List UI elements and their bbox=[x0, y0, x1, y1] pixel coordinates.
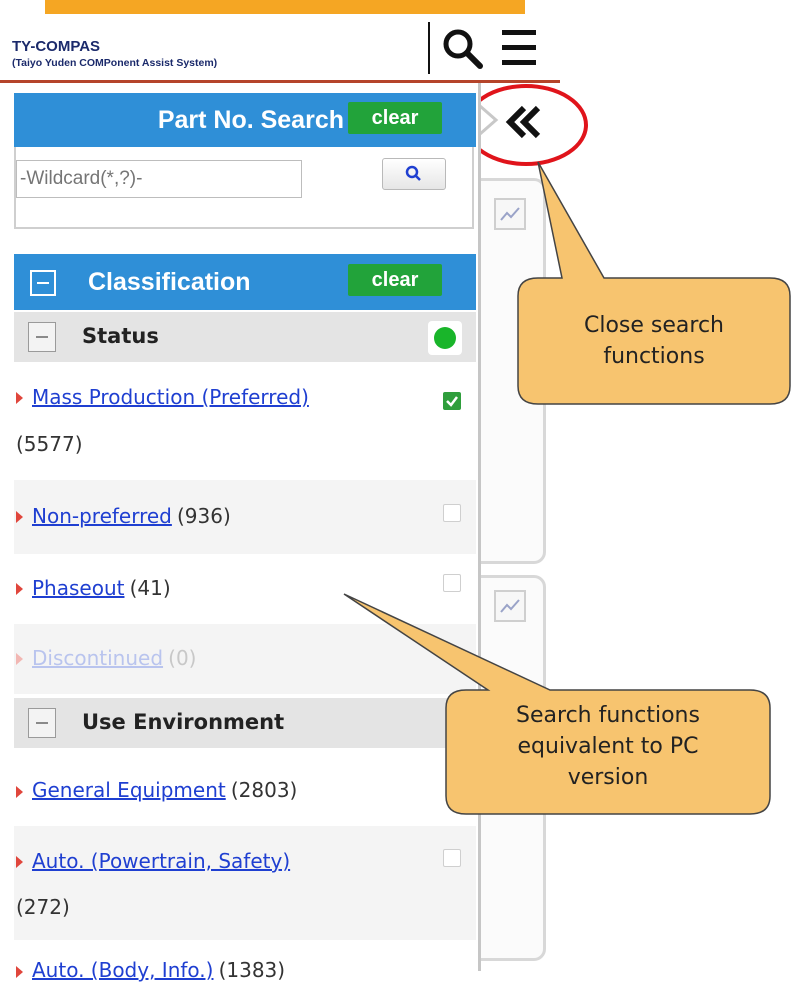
part-search-button[interactable] bbox=[382, 158, 446, 190]
status-link-non-preferred[interactable]: Non-preferred bbox=[32, 504, 172, 528]
classification-clear-button[interactable]: clear bbox=[348, 264, 442, 296]
env-link-general-equipment[interactable]: General Equipment bbox=[32, 778, 226, 802]
list-item bbox=[14, 826, 476, 940]
part-number-input[interactable] bbox=[16, 160, 302, 198]
status-count: (5577) bbox=[16, 432, 83, 456]
part-search-title: Part No. Search bbox=[157, 106, 344, 134]
callout-equivalent-pc-text: Search functions equivalent to PC versio… bbox=[516, 703, 700, 790]
status-link-discontinued: Discontinued bbox=[32, 646, 164, 670]
arrow-bullet-icon bbox=[16, 856, 23, 868]
env-row-text: Auto. (Body, Info.) (1383) bbox=[32, 958, 285, 982]
env-count: (272) bbox=[16, 895, 70, 919]
status-row-text: Discontinued (0) bbox=[32, 646, 196, 670]
menu-icon[interactable] bbox=[502, 28, 536, 68]
arrow-bullet-icon bbox=[16, 966, 23, 978]
arrow-bullet-icon bbox=[16, 511, 23, 523]
status-collapse-button[interactable] bbox=[28, 322, 56, 352]
env-row-text: General Equipment (2803) bbox=[32, 778, 297, 802]
classification-title: Classification bbox=[88, 268, 251, 296]
app-subtitle: (Taiyo Yuden COMPonent Assist System) bbox=[12, 57, 218, 69]
checkbox-icon[interactable] bbox=[443, 392, 461, 410]
arrow-bullet-icon bbox=[16, 653, 23, 665]
checkbox-icon[interactable] bbox=[443, 849, 461, 867]
status-row-text: Phaseout (41) bbox=[32, 576, 171, 600]
app-title: TY-COMPAS bbox=[12, 38, 101, 55]
callout-close-search bbox=[500, 160, 794, 420]
status-dot-icon bbox=[428, 321, 462, 355]
part-search-clear-button[interactable]: clear bbox=[348, 102, 442, 134]
status-section-title: Status bbox=[82, 324, 159, 348]
arrow-bullet-icon bbox=[16, 786, 23, 798]
top-accent-strip bbox=[45, 0, 525, 14]
classification-collapse-button[interactable] bbox=[30, 270, 56, 296]
status-count: (41) bbox=[129, 576, 171, 600]
status-row-text: Non-preferred (936) bbox=[32, 504, 231, 528]
callout-close-search-text: Close search functions bbox=[583, 313, 724, 369]
arrow-bullet-icon bbox=[16, 583, 23, 595]
arrow-bullet-icon bbox=[16, 392, 23, 404]
use-environment-collapse-button[interactable] bbox=[28, 708, 56, 738]
status-link-mass-production[interactable]: Mass Production (Preferred) bbox=[32, 385, 309, 409]
use-environment-section-title: Use Environment bbox=[82, 710, 285, 734]
env-count: (2803) bbox=[230, 778, 298, 802]
status-count: (936) bbox=[176, 504, 231, 528]
list-item bbox=[14, 362, 476, 480]
env-link-auto-powertrain[interactable]: Auto. (Powertrain, Safety) bbox=[32, 849, 290, 873]
status-count: (0) bbox=[168, 646, 197, 670]
env-count: (1383) bbox=[218, 958, 286, 982]
search-icon[interactable] bbox=[440, 26, 484, 70]
env-link-auto-body-info[interactable]: Auto. (Body, Info.) bbox=[32, 958, 213, 982]
search-icon bbox=[405, 165, 421, 181]
header-divider bbox=[428, 22, 430, 74]
checkbox-icon[interactable] bbox=[443, 504, 461, 522]
highlight-ring bbox=[462, 82, 590, 168]
status-link-phaseout[interactable]: Phaseout bbox=[32, 576, 124, 600]
